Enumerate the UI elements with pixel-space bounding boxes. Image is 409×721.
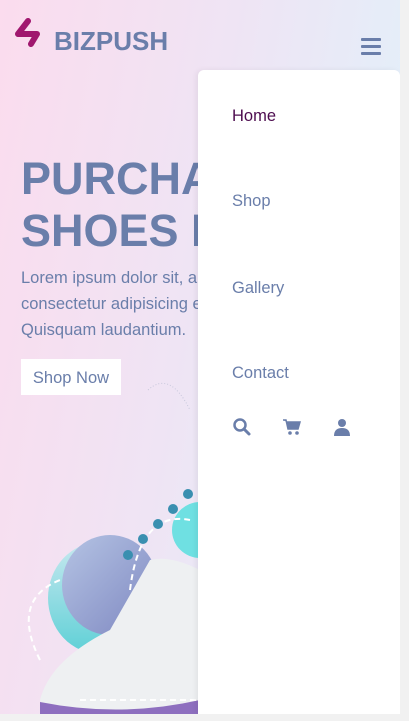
nav-menu-panel: Home Shop Gallery Contact [198,70,400,714]
search-icon[interactable] [232,417,252,437]
menu-item-gallery[interactable]: Gallery [232,279,284,298]
bolt-logo-icon [15,18,40,47]
cart-icon[interactable] [282,417,302,437]
menu-item-home[interactable]: Home [232,107,276,126]
menu-item-contact[interactable]: Contact [232,364,289,383]
brand-name: BIZPUSH [54,26,169,56]
menu-icons [232,417,352,437]
shoe-image [27,382,200,714]
brand-logo[interactable]: BIZPUSH [15,18,168,54]
user-icon[interactable] [332,417,352,437]
page: BIZPUSH PURCHASE SHOES NOW Lorem ipsum d… [0,0,400,714]
menu-item-shop[interactable]: Shop [232,192,271,211]
hamburger-menu-icon[interactable] [361,38,381,56]
